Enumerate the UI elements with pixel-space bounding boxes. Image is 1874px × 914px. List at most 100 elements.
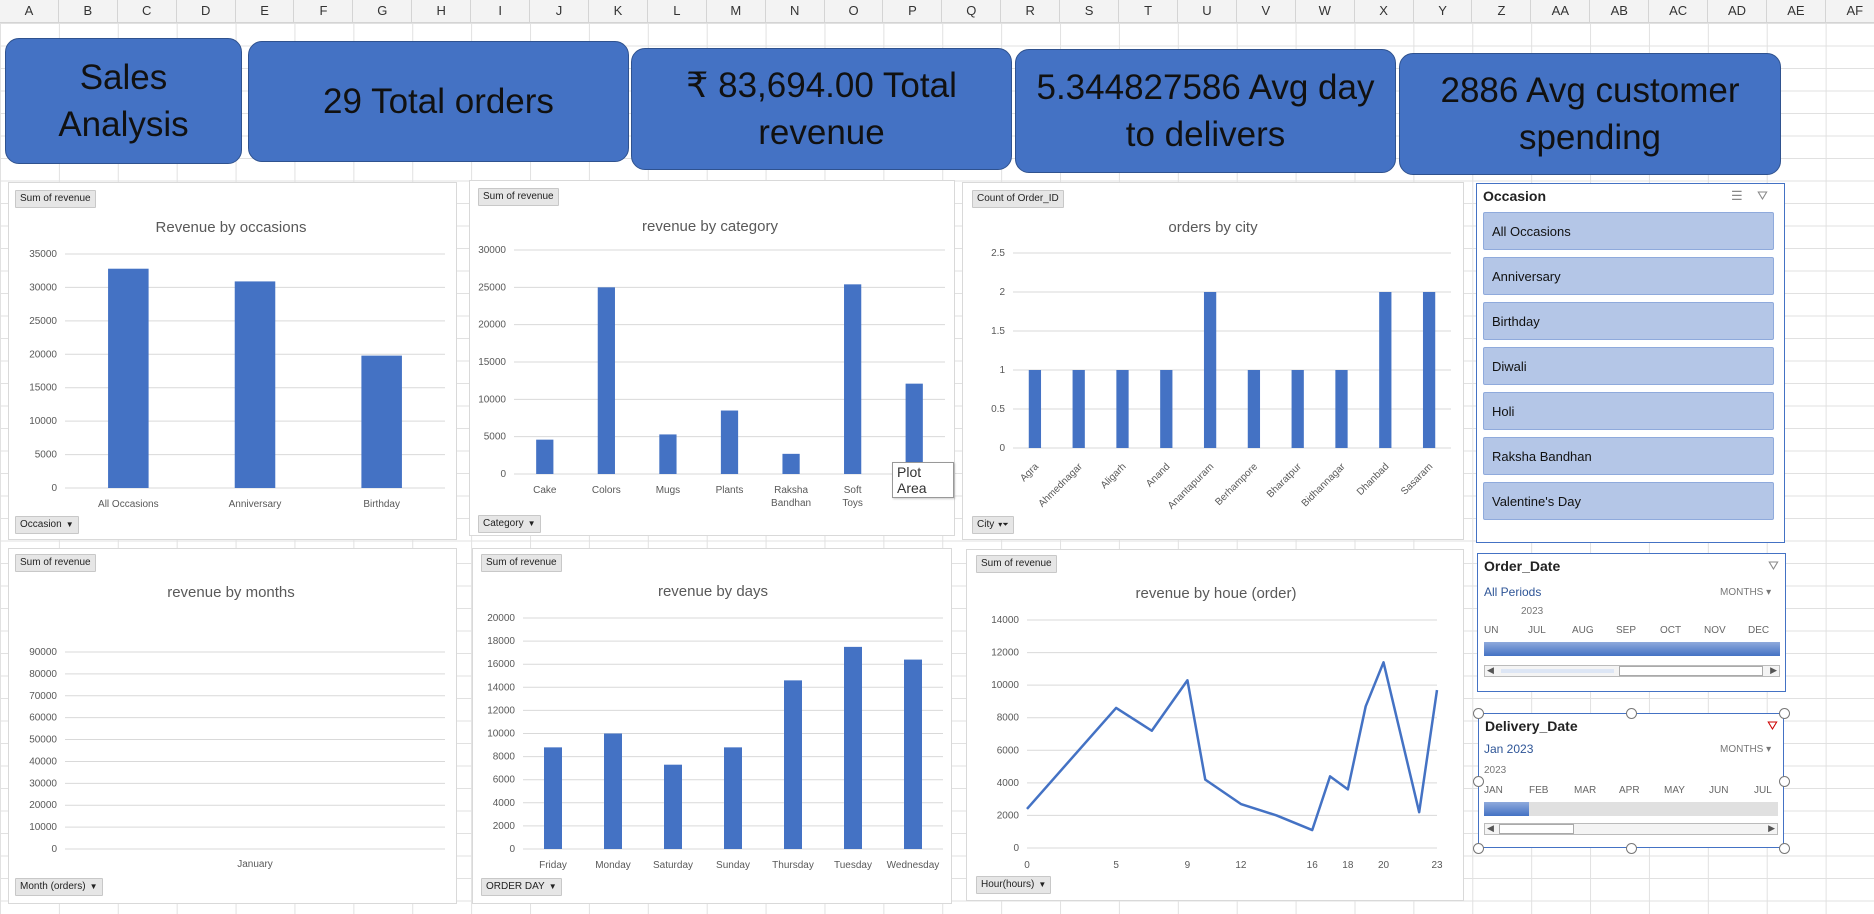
- field-button-values[interactable]: Sum of revenue: [15, 190, 96, 208]
- timeline-month-label[interactable]: JUL: [1528, 625, 1546, 636]
- column-header-g[interactable]: G: [353, 0, 413, 22]
- column-header-w[interactable]: W: [1296, 0, 1355, 22]
- field-button-axis[interactable]: ORDER DAY ▼: [481, 878, 562, 896]
- slicer-item[interactable]: Anniversary: [1483, 257, 1774, 295]
- field-button-values[interactable]: Sum of revenue: [481, 554, 562, 572]
- column-header-i[interactable]: I: [471, 0, 531, 22]
- timeline-selection-bar[interactable]: [1484, 802, 1529, 816]
- resize-handle[interactable]: [1779, 843, 1790, 854]
- timeline-scrollbar[interactable]: ◀ ▶: [1484, 665, 1780, 677]
- scroll-left-icon[interactable]: ◀: [1487, 665, 1494, 676]
- resize-handle[interactable]: [1626, 843, 1637, 854]
- field-button-values[interactable]: Sum of revenue: [976, 555, 1057, 573]
- column-header-ac[interactable]: AC: [1649, 0, 1709, 22]
- field-button-axis[interactable]: Category ▼: [478, 515, 541, 533]
- field-button-values[interactable]: Sum of revenue: [478, 188, 559, 206]
- column-header-aa[interactable]: AA: [1531, 0, 1591, 22]
- timeline-month-label[interactable]: MAR: [1574, 785, 1596, 796]
- scrollbar-thumb[interactable]: [1619, 666, 1763, 676]
- slicer-item[interactable]: Holi: [1483, 392, 1774, 430]
- timeline-selection-bar[interactable]: [1484, 642, 1780, 656]
- field-button-values[interactable]: Sum of revenue: [15, 554, 96, 572]
- column-header-j[interactable]: J: [530, 0, 589, 22]
- resize-handle[interactable]: [1626, 708, 1637, 719]
- resize-handle[interactable]: [1473, 776, 1484, 787]
- chart-orders-by-city[interactable]: orders by city 0 0.5 1 1.5 2 2.5 Agra Ahmednaga…: [962, 182, 1464, 540]
- field-button-axis[interactable]: City ▾⏷: [972, 516, 1014, 534]
- column-header-ae[interactable]: AE: [1767, 0, 1826, 22]
- timeline-level-selector[interactable]: MONTHS ▾: [1720, 744, 1771, 755]
- column-header-p[interactable]: P: [884, 0, 943, 22]
- resize-handle[interactable]: [1779, 708, 1790, 719]
- column-header-y[interactable]: Y: [1414, 0, 1473, 22]
- slicer-item[interactable]: Valentine's Day: [1483, 482, 1774, 520]
- column-header-s[interactable]: S: [1060, 0, 1120, 22]
- column-header-c[interactable]: C: [118, 0, 177, 22]
- column-header-ad[interactable]: AD: [1708, 0, 1767, 22]
- column-header-b[interactable]: B: [59, 0, 118, 22]
- timeline-month-label[interactable]: JUN: [1709, 785, 1728, 796]
- timeline-month-label[interactable]: DEC: [1748, 625, 1769, 636]
- timeline-level-selector[interactable]: MONTHS ▾: [1720, 587, 1771, 598]
- column-header-a[interactable]: A: [0, 0, 59, 22]
- column-header-ab[interactable]: AB: [1590, 0, 1650, 22]
- timeline-order-date[interactable]: Order_Date ⛛ All Periods MONTHS ▾ 2023 U…: [1477, 553, 1786, 692]
- multi-select-icon[interactable]: ☰: [1731, 188, 1743, 204]
- column-header-f[interactable]: F: [295, 0, 354, 22]
- timeline-scrollbar[interactable]: ◀ ▶: [1484, 823, 1778, 835]
- clear-filter-icon[interactable]: ⛛: [1768, 558, 1779, 574]
- chart-revenue-by-months[interactable]: revenue by months 0 10000 20000 30000 40000 5…: [8, 548, 457, 904]
- timeline-month-label[interactable]: JAN: [1484, 785, 1503, 796]
- clear-filter-icon[interactable]: ⛛: [1757, 188, 1768, 204]
- resize-handle[interactable]: [1473, 843, 1484, 854]
- slicer-item[interactable]: Diwali: [1483, 347, 1774, 385]
- column-header-e[interactable]: E: [236, 0, 295, 22]
- resize-handle[interactable]: [1779, 776, 1790, 787]
- field-button-values[interactable]: Count of Order_ID: [972, 190, 1064, 208]
- column-header-u[interactable]: U: [1178, 0, 1237, 22]
- column-header-t[interactable]: T: [1119, 0, 1178, 22]
- timeline-month-label[interactable]: SEP: [1616, 625, 1636, 636]
- column-header-v[interactable]: V: [1237, 0, 1296, 22]
- slicer-item[interactable]: All Occasions: [1483, 212, 1774, 250]
- column-header-n[interactable]: N: [766, 0, 825, 22]
- timeline-month-label[interactable]: MAY: [1664, 785, 1685, 796]
- kpi-total-orders-card[interactable]: 29 Total orders: [248, 41, 629, 162]
- column-header-m[interactable]: M: [707, 0, 766, 22]
- resize-handle[interactable]: [1473, 708, 1484, 719]
- kpi-total-revenue-card[interactable]: ₹ 83,694.00 Total revenue: [631, 48, 1012, 170]
- column-header-q[interactable]: Q: [942, 0, 1002, 22]
- slicer-item[interactable]: Birthday: [1483, 302, 1774, 340]
- scroll-right-icon[interactable]: ▶: [1770, 665, 1777, 676]
- column-header-l[interactable]: L: [648, 0, 707, 22]
- column-header-k[interactable]: K: [589, 0, 648, 22]
- timeline-month-label[interactable]: NOV: [1704, 625, 1726, 636]
- column-header-r[interactable]: R: [1001, 0, 1061, 22]
- kpi-title-card[interactable]: Sales Analysis: [5, 38, 242, 164]
- column-header-o[interactable]: O: [825, 0, 884, 22]
- chart-revenue-by-category[interactable]: revenue by category 0 5000 10000 15000 20000…: [469, 180, 955, 536]
- timeline-delivery-date[interactable]: Delivery_Date ⛛ Jan 2023 MONTHS ▾ 2023 J…: [1473, 708, 1790, 854]
- column-header-af[interactable]: AF: [1826, 0, 1874, 22]
- column-header-x[interactable]: X: [1355, 0, 1414, 22]
- timeline-month-label[interactable]: OCT: [1660, 625, 1681, 636]
- timeline-month-label[interactable]: JUL: [1754, 785, 1772, 796]
- slicer-occasion[interactable]: Occasion ☰ ⛛ All Occasions Anniversary Bir…: [1476, 183, 1785, 543]
- timeline-month-label[interactable]: APR: [1619, 785, 1640, 796]
- chart-revenue-by-days[interactable]: revenue by days 0 2000 4000 6000 8000 10000 12…: [472, 548, 952, 904]
- clear-filter-icon[interactable]: ⛛: [1767, 718, 1778, 734]
- scrollbar-thumb[interactable]: [1499, 824, 1574, 834]
- field-button-axis[interactable]: Month (orders) ▼: [15, 878, 103, 896]
- timeline-month-label[interactable]: FEB: [1529, 785, 1548, 796]
- timeline-month-label[interactable]: UN: [1484, 625, 1498, 636]
- timeline-month-label[interactable]: AUG: [1572, 625, 1594, 636]
- kpi-avg-customer-spending-card[interactable]: 2886 Avg customer spending: [1399, 53, 1781, 175]
- chart-revenue-by-hour[interactable]: revenue by houe (order) 0 2000 4000 6000 800…: [966, 549, 1464, 901]
- column-header-h[interactable]: H: [412, 0, 472, 22]
- field-button-axis[interactable]: Hour(hours) ▼: [976, 876, 1052, 894]
- scroll-left-icon[interactable]: ◀: [1487, 823, 1494, 834]
- scroll-right-icon[interactable]: ▶: [1768, 823, 1775, 834]
- column-header-z[interactable]: Z: [1473, 0, 1532, 22]
- kpi-avg-delivery-days-card[interactable]: 5.344827586 Avg day to delivers: [1015, 49, 1396, 173]
- slicer-item[interactable]: Raksha Bandhan: [1483, 437, 1774, 475]
